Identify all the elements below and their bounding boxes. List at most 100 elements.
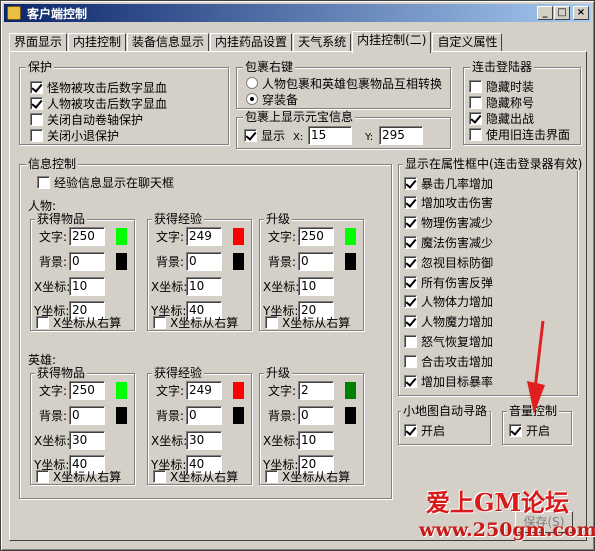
checkbox[interactable] [30,112,43,126]
bg-color-swatch[interactable] [345,253,356,270]
checkbox[interactable] [404,255,417,269]
bg-input[interactable]: 0 [186,252,222,271]
text-input[interactable]: 250 [298,227,334,246]
exp-chat-option[interactable]: 经验信息显示在聊天框 [37,174,174,190]
checkbox[interactable] [404,176,417,190]
checkbox[interactable] [37,175,50,189]
protect-logout[interactable]: 关闭小退保护 [30,127,119,143]
yuanbao-x-input[interactable]: 15 [308,126,352,145]
text-input[interactable]: 250 [69,227,105,246]
attr-item[interactable]: 增加攻击伤害 [404,195,493,211]
bg-input[interactable]: 0 [69,406,105,425]
x-input[interactable]: 30 [69,431,105,450]
checkbox[interactable] [404,295,417,309]
checkbox[interactable] [404,423,417,437]
login-hide-title[interactable]: 隐藏称号 [469,94,534,110]
text-color-swatch[interactable] [233,228,244,245]
bg-input[interactable]: 0 [186,406,222,425]
protect-player-hp[interactable]: 人物被攻击后数字显血 [30,95,167,111]
checkbox[interactable] [404,334,417,348]
checkbox[interactable] [404,374,417,388]
bg-color-swatch[interactable] [233,407,244,424]
bg-color-swatch[interactable] [345,407,356,424]
protect-monster-hp[interactable]: 怪物被攻击后数字显血 [30,79,167,95]
tab-plugin-control[interactable]: 内挂控制 [68,33,127,52]
text-input[interactable]: 2 [298,381,334,400]
login-hide-fashion[interactable]: 隐藏时装 [469,78,534,94]
x-input[interactable]: 10 [186,277,222,296]
text-color-swatch[interactable] [345,382,356,399]
xright-option[interactable]: X坐标从右算 [153,314,238,330]
attr-item[interactable]: 忽视目标防御 [404,254,493,270]
text-input[interactable]: 250 [69,381,105,400]
minimap-enable[interactable]: 开启 [404,422,445,438]
tab-plugin-control-2[interactable]: 内挂控制(二) [352,31,432,53]
checkbox[interactable] [265,469,278,483]
attr-item[interactable]: 物理伤害减少 [404,215,493,231]
bag-swap-option[interactable]: 人物包裹和英雄包裹物品互相转换 [246,75,442,91]
login-old-ui[interactable]: 使用旧连击界面 [469,126,570,142]
bg-input[interactable]: 0 [298,406,334,425]
checkbox[interactable] [469,95,482,109]
checkbox[interactable] [469,127,482,141]
checkbox[interactable] [265,315,278,329]
tab-custom-attributes[interactable]: 自定义属性 [432,33,503,52]
bg-color-swatch[interactable] [233,253,244,270]
checkbox[interactable] [36,315,49,329]
xright-option[interactable]: X坐标从右算 [265,468,350,484]
text-color-swatch[interactable] [116,228,127,245]
text-color-swatch[interactable] [116,382,127,399]
attr-item[interactable]: 怒气恢复增加 [404,333,493,349]
checkbox[interactable] [30,80,43,94]
bg-input[interactable]: 0 [298,252,334,271]
title-bar[interactable]: 客户端控制 _ □ × [4,4,591,22]
maximize-button[interactable]: □ [554,6,570,20]
x-input[interactable]: 10 [298,277,334,296]
x-input[interactable]: 30 [186,431,222,450]
text-color-swatch[interactable] [233,382,244,399]
login-hide-battle[interactable]: 隐藏出战 [469,110,534,126]
tab-equipment-info[interactable]: 装备信息显示 [127,33,210,52]
text-color-swatch[interactable] [345,228,356,245]
text-input[interactable]: 249 [186,381,222,400]
text-input[interactable]: 249 [186,227,222,246]
attr-item[interactable]: 魔法伤害减少 [404,234,493,250]
checkbox[interactable] [153,315,166,329]
checkbox[interactable] [30,96,43,110]
checkbox[interactable] [404,216,417,230]
volume-enable[interactable]: 开启 [509,422,550,438]
checkbox[interactable] [153,469,166,483]
yuanbao-show[interactable]: 显示 [244,127,285,143]
checkbox[interactable] [30,128,43,142]
checkbox[interactable] [469,79,482,93]
attr-item[interactable]: 人物体力增加 [404,294,493,310]
checkbox[interactable] [469,111,482,125]
close-button[interactable]: × [573,6,589,20]
checkbox[interactable] [36,469,49,483]
minimize-button[interactable]: _ [537,6,553,20]
checkbox[interactable] [404,235,417,249]
xright-option[interactable]: X坐标从右算 [36,468,121,484]
xright-option[interactable]: X坐标从右算 [153,468,238,484]
checkbox[interactable] [404,315,417,329]
attr-item[interactable]: 合击攻击增加 [404,353,493,369]
bag-equip-option[interactable]: 穿装备 [246,91,298,107]
tab-potion-settings[interactable]: 内挂药品设置 [210,33,293,52]
checkbox[interactable] [244,128,257,142]
protect-scroll[interactable]: 关闭自动卷轴保护 [30,111,143,127]
attr-item[interactable]: 所有伤害反弹 [404,274,493,290]
x-input[interactable]: 10 [298,431,334,450]
checkbox[interactable] [404,196,417,210]
x-input[interactable]: 10 [69,277,105,296]
bg-input[interactable]: 0 [69,252,105,271]
radio[interactable] [246,77,258,89]
xright-option[interactable]: X坐标从右算 [265,314,350,330]
checkbox[interactable] [404,354,417,368]
checkbox[interactable] [509,423,522,437]
attr-item[interactable]: 增加目标暴率 [404,373,493,389]
radio[interactable] [246,93,258,105]
tab-interface[interactable]: 界面显示 [9,33,68,52]
attr-item[interactable]: 人物魔力增加 [404,314,493,330]
xright-option[interactable]: X坐标从右算 [36,314,121,330]
bg-color-swatch[interactable] [116,253,127,270]
